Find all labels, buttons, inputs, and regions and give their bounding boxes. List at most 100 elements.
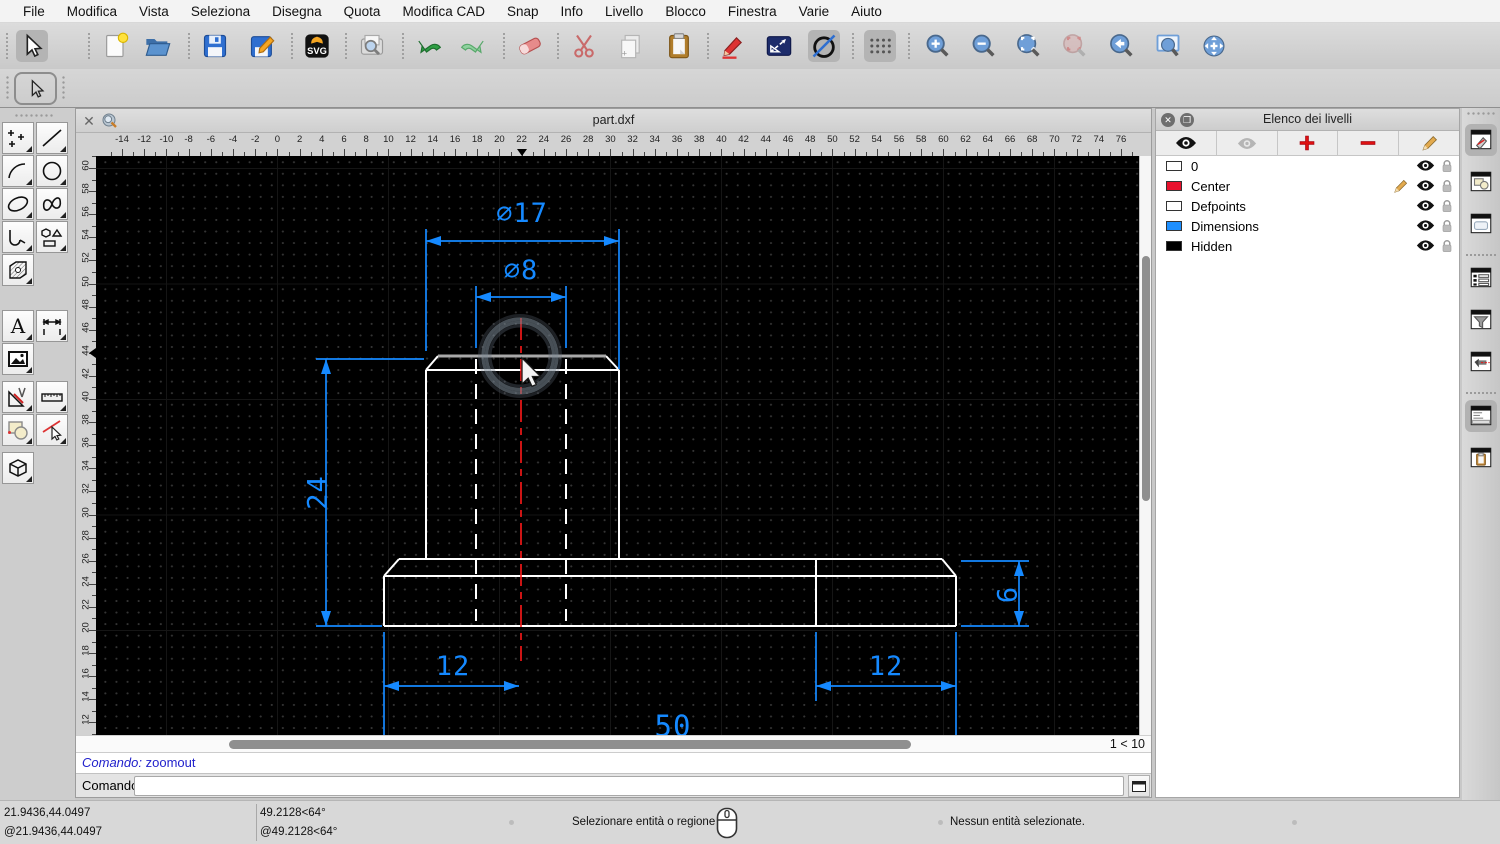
circle-tool-button[interactable] xyxy=(36,155,68,187)
clipboard-dock-icon[interactable] xyxy=(1465,442,1497,474)
keyboard-toggle-button[interactable] xyxy=(1128,775,1150,797)
drawing-canvas[interactable]: ⌀17 ⌀8 24 12 12 6 50 xyxy=(96,156,1139,735)
pointer-tool-button[interactable] xyxy=(16,30,48,62)
layer-lock-icon[interactable] xyxy=(1441,219,1453,233)
pan-button[interactable] xyxy=(1198,30,1230,62)
shape-tool-button[interactable] xyxy=(36,221,68,253)
layer-lock-icon[interactable] xyxy=(1441,239,1453,253)
menu-info[interactable]: Info xyxy=(550,4,595,19)
vertical-scrollbar[interactable] xyxy=(1139,156,1151,735)
menu-file[interactable]: File xyxy=(12,4,56,19)
ellipse-tool-button[interactable] xyxy=(2,188,34,220)
filter-dock-icon[interactable] xyxy=(1465,304,1497,336)
layer-visible-icon[interactable] xyxy=(1416,179,1435,192)
h-ruler-tick xyxy=(654,149,656,156)
menu-vista[interactable]: Vista xyxy=(128,4,180,19)
menu-aiuto[interactable]: Aiuto xyxy=(840,4,893,19)
panel-close-icon[interactable]: ✕ xyxy=(1161,113,1175,127)
zoom-auto-button[interactable] xyxy=(1013,30,1045,62)
modify-tool-button[interactable] xyxy=(2,381,34,413)
layer-row-dimensions[interactable]: Dimensions xyxy=(1156,216,1459,236)
library-dock-icon[interactable] xyxy=(1465,208,1497,240)
menu-livello[interactable]: Livello xyxy=(594,4,654,19)
horizontal-scrollbar[interactable]: 1 < 10 xyxy=(76,735,1151,752)
solid-3d-tool-button[interactable] xyxy=(2,452,34,484)
menu-modifica[interactable]: Modifica xyxy=(56,4,128,19)
selection-pointer-button[interactable] xyxy=(14,72,57,105)
command-dock-icon[interactable] xyxy=(1465,400,1497,432)
undo-button[interactable] xyxy=(412,30,444,62)
spline-tool-button[interactable] xyxy=(36,188,68,220)
panel-float-icon[interactable]: ❐ xyxy=(1180,113,1194,127)
layer-lock-icon[interactable] xyxy=(1441,199,1453,213)
save-button[interactable] xyxy=(199,30,231,62)
zoom-window-button[interactable] xyxy=(1152,30,1184,62)
tab-preview-icon[interactable] xyxy=(102,113,118,129)
vertical-scrollbar-thumb[interactable] xyxy=(1142,256,1150,501)
open-file-button[interactable] xyxy=(142,30,174,62)
polyline-tool-button[interactable] xyxy=(2,221,34,253)
properties-dock-icon[interactable] xyxy=(1465,262,1497,294)
menu-quota[interactable]: Quota xyxy=(333,4,392,19)
layer-row-0[interactable]: 0 xyxy=(1156,156,1459,176)
dimension-tool-button[interactable] xyxy=(36,310,68,342)
menu-finestra[interactable]: Finestra xyxy=(717,4,788,19)
tab-title[interactable]: part.dxf xyxy=(76,109,1151,132)
layer-lock-icon[interactable] xyxy=(1441,179,1453,193)
menu-snap[interactable]: Snap xyxy=(496,4,550,19)
draft-circle-toggle-button[interactable] xyxy=(808,30,840,62)
command-input[interactable] xyxy=(134,776,1124,796)
select-tool-button[interactable] xyxy=(36,414,68,446)
reference-dock-icon[interactable] xyxy=(1465,346,1497,378)
zoom-selection-button[interactable] xyxy=(1059,30,1091,62)
arc-tool-button[interactable] xyxy=(2,155,34,187)
menu-blocco[interactable]: Blocco xyxy=(654,4,717,19)
hatch-tool-button[interactable] xyxy=(2,254,34,286)
dimension-style-button[interactable] xyxy=(763,30,795,62)
layer-row-center[interactable]: Center xyxy=(1156,176,1459,196)
add-layer-button[interactable] xyxy=(1278,131,1339,155)
measure-tool-button[interactable] xyxy=(36,381,68,413)
edit-layer-button[interactable] xyxy=(1399,131,1459,155)
menu-varie[interactable]: Varie xyxy=(788,4,841,19)
new-file-button[interactable] xyxy=(100,30,132,62)
layers-dock-icon[interactable] xyxy=(1465,124,1497,156)
horizontal-scrollbar-thumb[interactable] xyxy=(229,740,911,749)
tab-close-icon[interactable]: ✕ xyxy=(82,113,96,130)
point-tool-button[interactable] xyxy=(2,122,34,154)
copy-button[interactable]: + xyxy=(615,30,647,62)
paste-button[interactable] xyxy=(663,30,695,62)
remove-layer-button[interactable] xyxy=(1338,131,1400,155)
line-tool-button[interactable] xyxy=(36,122,68,154)
save-as-button[interactable] xyxy=(246,30,278,62)
layer-visible-icon[interactable] xyxy=(1416,199,1435,212)
redo-button[interactable] xyxy=(458,30,490,62)
layer-visible-icon[interactable] xyxy=(1416,159,1435,172)
eraser-button[interactable] xyxy=(514,30,546,62)
hide-all-layers-button[interactable] xyxy=(1217,131,1278,155)
zoom-in-button[interactable] xyxy=(922,30,954,62)
image-tool-button[interactable] xyxy=(2,343,34,375)
h-ruler-label: -4 xyxy=(228,134,238,145)
menu-modifica-cad[interactable]: Modifica CAD xyxy=(391,4,496,19)
layer-visible-icon[interactable] xyxy=(1416,219,1435,232)
layer-row-hidden[interactable]: Hidden xyxy=(1156,236,1459,256)
block-tool-button[interactable] xyxy=(2,414,34,446)
zoom-out-button[interactable] xyxy=(968,30,1000,62)
layer-lock-icon[interactable] xyxy=(1441,159,1453,173)
menu-disegna[interactable]: Disegna xyxy=(261,4,333,19)
text-tool-button[interactable]: A xyxy=(2,310,34,342)
grid-toggle-button[interactable] xyxy=(864,30,896,62)
print-preview-button[interactable] xyxy=(356,30,388,62)
h-ruler-tick xyxy=(388,149,390,156)
pen-button[interactable] xyxy=(717,30,749,62)
palette-handle[interactable] xyxy=(14,114,54,117)
svg-export-button[interactable]: SVG xyxy=(301,30,333,62)
blocks-dock-icon[interactable] xyxy=(1465,166,1497,198)
menu-seleziona[interactable]: Seleziona xyxy=(180,4,261,19)
show-all-layers-button[interactable] xyxy=(1156,131,1217,155)
layer-row-defpoints[interactable]: Defpoints xyxy=(1156,196,1459,216)
cut-button[interactable] xyxy=(568,30,600,62)
zoom-previous-button[interactable] xyxy=(1106,30,1138,62)
layer-visible-icon[interactable] xyxy=(1416,239,1435,252)
